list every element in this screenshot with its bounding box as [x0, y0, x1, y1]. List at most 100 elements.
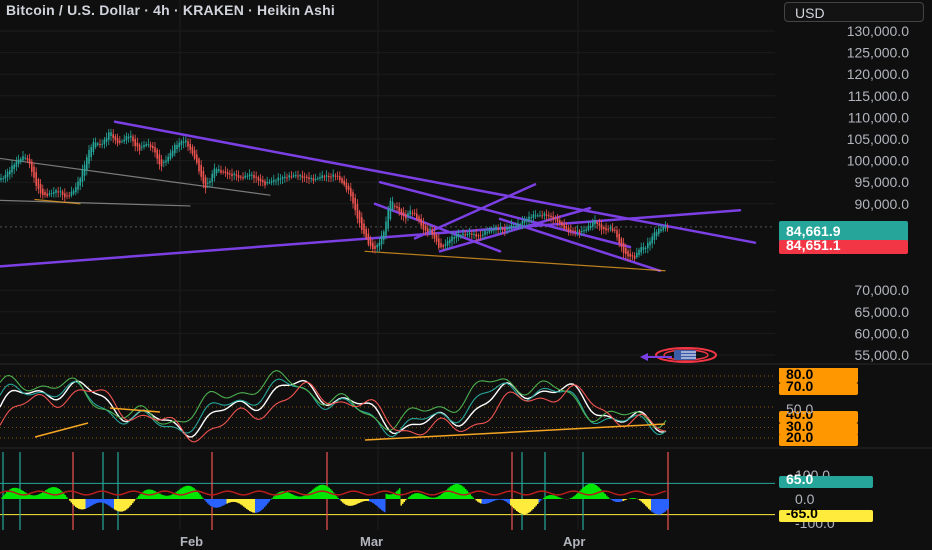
histogram-bar — [154, 491, 156, 499]
histogram-bar — [640, 499, 642, 502]
histogram-bar — [169, 495, 171, 499]
candle — [251, 174, 253, 176]
histogram-bar — [157, 492, 159, 499]
candle — [9, 170, 11, 175]
histogram-bar — [654, 499, 656, 514]
histogram-bar — [477, 499, 479, 502]
histogram-bar — [229, 499, 231, 503]
candle — [422, 222, 425, 230]
candle — [328, 176, 330, 178]
candle — [660, 229, 662, 232]
histogram-bar — [160, 494, 162, 499]
price-tick-label: 130,000.0 — [847, 23, 909, 39]
histogram-bar — [385, 493, 387, 499]
level-label-50: 50.0 — [786, 401, 813, 417]
histogram-bar — [99, 499, 101, 503]
candle — [0, 178, 2, 181]
histogram-bar — [211, 499, 213, 507]
candle — [136, 142, 139, 147]
histogram-bar — [549, 495, 551, 499]
histogram-bar — [162, 494, 164, 499]
histogram-bar — [247, 499, 249, 511]
candle — [530, 217, 532, 219]
candle — [31, 161, 33, 172]
candle — [22, 156, 24, 161]
histogram-bar — [31, 495, 33, 499]
histogram-bar — [460, 485, 462, 499]
histogram-bar — [552, 495, 554, 499]
candle — [666, 227, 669, 229]
candle — [537, 215, 539, 217]
candle — [548, 215, 550, 217]
candle — [138, 144, 141, 151]
candle — [526, 218, 528, 222]
histogram-bar — [111, 499, 113, 508]
histogram-bar — [279, 491, 281, 499]
candle — [180, 141, 183, 145]
candle — [37, 179, 40, 189]
candle — [563, 223, 565, 229]
histogram-bar — [484, 499, 486, 504]
candle — [314, 178, 317, 180]
histogram-bar — [364, 499, 366, 502]
candle — [354, 197, 356, 211]
histogram-bar — [411, 494, 413, 499]
candle — [72, 190, 75, 194]
candle — [295, 175, 297, 177]
candle — [77, 181, 79, 190]
histogram-bar — [412, 493, 414, 499]
price-tick-label: 125,000.0 — [847, 45, 909, 61]
candle — [222, 171, 224, 173]
candle — [253, 174, 255, 179]
candle — [132, 136, 134, 142]
candle — [330, 176, 332, 178]
candle — [297, 175, 299, 177]
candle — [543, 213, 546, 216]
histogram-bar — [124, 499, 126, 511]
histogram-bar — [591, 483, 593, 499]
histogram-bar — [387, 494, 389, 499]
candle — [288, 175, 290, 178]
candle — [466, 233, 469, 236]
histogram-bar — [378, 499, 380, 508]
level-badge: 70.0 — [786, 378, 813, 394]
histogram-bar — [501, 499, 503, 500]
histogram-bar — [4, 493, 6, 499]
histogram-bar — [642, 499, 644, 503]
candle — [640, 247, 642, 253]
histogram-bar — [262, 499, 264, 509]
candle — [317, 178, 319, 180]
candle — [226, 172, 229, 175]
histogram-bar — [165, 495, 167, 499]
currency-button[interactable]: USD — [784, 2, 924, 22]
histogram-bar — [435, 497, 437, 499]
candle — [534, 215, 537, 217]
histogram-bar — [666, 499, 668, 511]
histogram-bar — [180, 488, 182, 499]
candle — [644, 247, 647, 249]
chart-canvas[interactable]: 130,000.0 125,000.0 120,000.0 115,000.0 110,… — [0, 0, 932, 550]
histogram-bar — [559, 497, 561, 499]
histogram-bar — [423, 494, 425, 499]
histogram-bar — [657, 499, 659, 515]
histogram-bar — [109, 499, 111, 507]
histogram-bar — [196, 491, 198, 499]
histogram-bar — [34, 495, 36, 499]
candle — [233, 173, 235, 175]
histogram-bar — [367, 499, 369, 502]
histogram-bar — [540, 499, 542, 501]
histogram-bar — [487, 499, 489, 504]
histogram-bar — [331, 490, 333, 499]
candle — [61, 191, 64, 196]
histogram-bar — [483, 499, 485, 504]
candle — [26, 157, 29, 160]
histogram-bar — [495, 499, 497, 501]
candle — [512, 226, 515, 228]
histogram-bar — [115, 499, 117, 511]
histogram-bar — [444, 491, 446, 499]
candle — [495, 227, 497, 231]
histogram-bar — [256, 499, 258, 513]
histogram-bar — [289, 493, 291, 499]
candle — [202, 170, 205, 184]
candle — [200, 165, 202, 177]
